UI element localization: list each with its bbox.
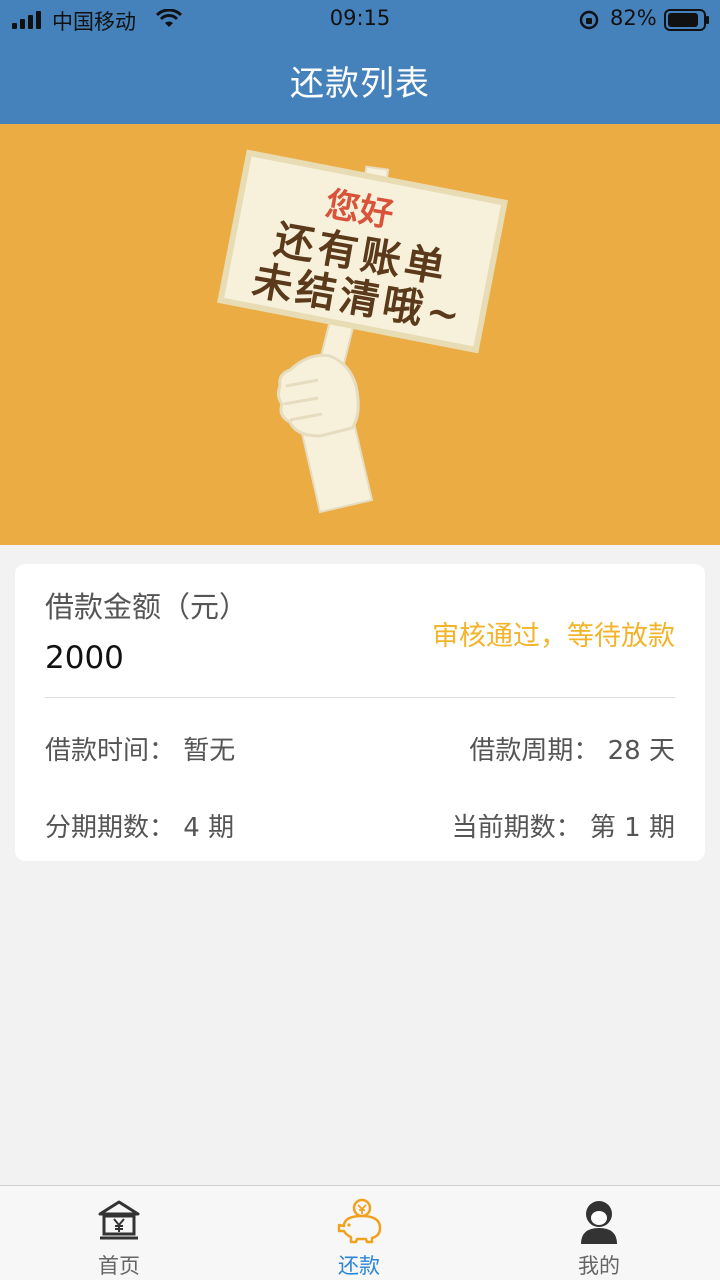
bank-yen-icon — [98, 1200, 140, 1240]
tab-repay-label: 还款 — [338, 1254, 380, 1278]
piggy-bank-icon — [337, 1198, 382, 1244]
card-divider — [45, 697, 675, 698]
installment-count: 分期期数： 4 期 — [45, 813, 235, 843]
battery-percent: 82% — [610, 6, 657, 30]
loan-status: 审核通过，等待放款 — [432, 621, 675, 652]
reminder-banner: 您好 还有账单 未结清哦~ — [0, 124, 720, 545]
tab-home[interactable]: 首页 — [59, 1186, 179, 1280]
orientation-lock-icon — [579, 10, 599, 30]
current-period: 当前期数： 第 1 期 — [451, 813, 675, 843]
battery-icon — [664, 9, 709, 31]
page-title: 还款列表 — [290, 64, 430, 104]
tab-bar: 首页 还款 我的 — [0, 1185, 720, 1280]
tab-mine[interactable]: 我的 — [539, 1186, 659, 1280]
amount-value: 2000 — [45, 640, 124, 676]
loan-period: 借款周期： 28 天 — [469, 736, 675, 766]
tab-home-label: 首页 — [98, 1254, 140, 1278]
loan-card[interactable]: 借款金额（元） 2000 审核通过，等待放款 借款时间： 暂无 借款周期： 28… — [15, 564, 705, 861]
status-bar: 中国移动 09:15 82% — [0, 0, 720, 40]
tab-mine-label: 我的 — [578, 1254, 620, 1278]
amount-label: 借款金额（元） — [45, 590, 249, 624]
header-bar: 中国移动 09:15 82% 还款列表 — [0, 0, 720, 124]
loan-time: 借款时间： 暂无 — [45, 736, 236, 766]
tab-repay[interactable]: 还款 — [299, 1186, 419, 1280]
user-icon — [581, 1201, 617, 1244]
